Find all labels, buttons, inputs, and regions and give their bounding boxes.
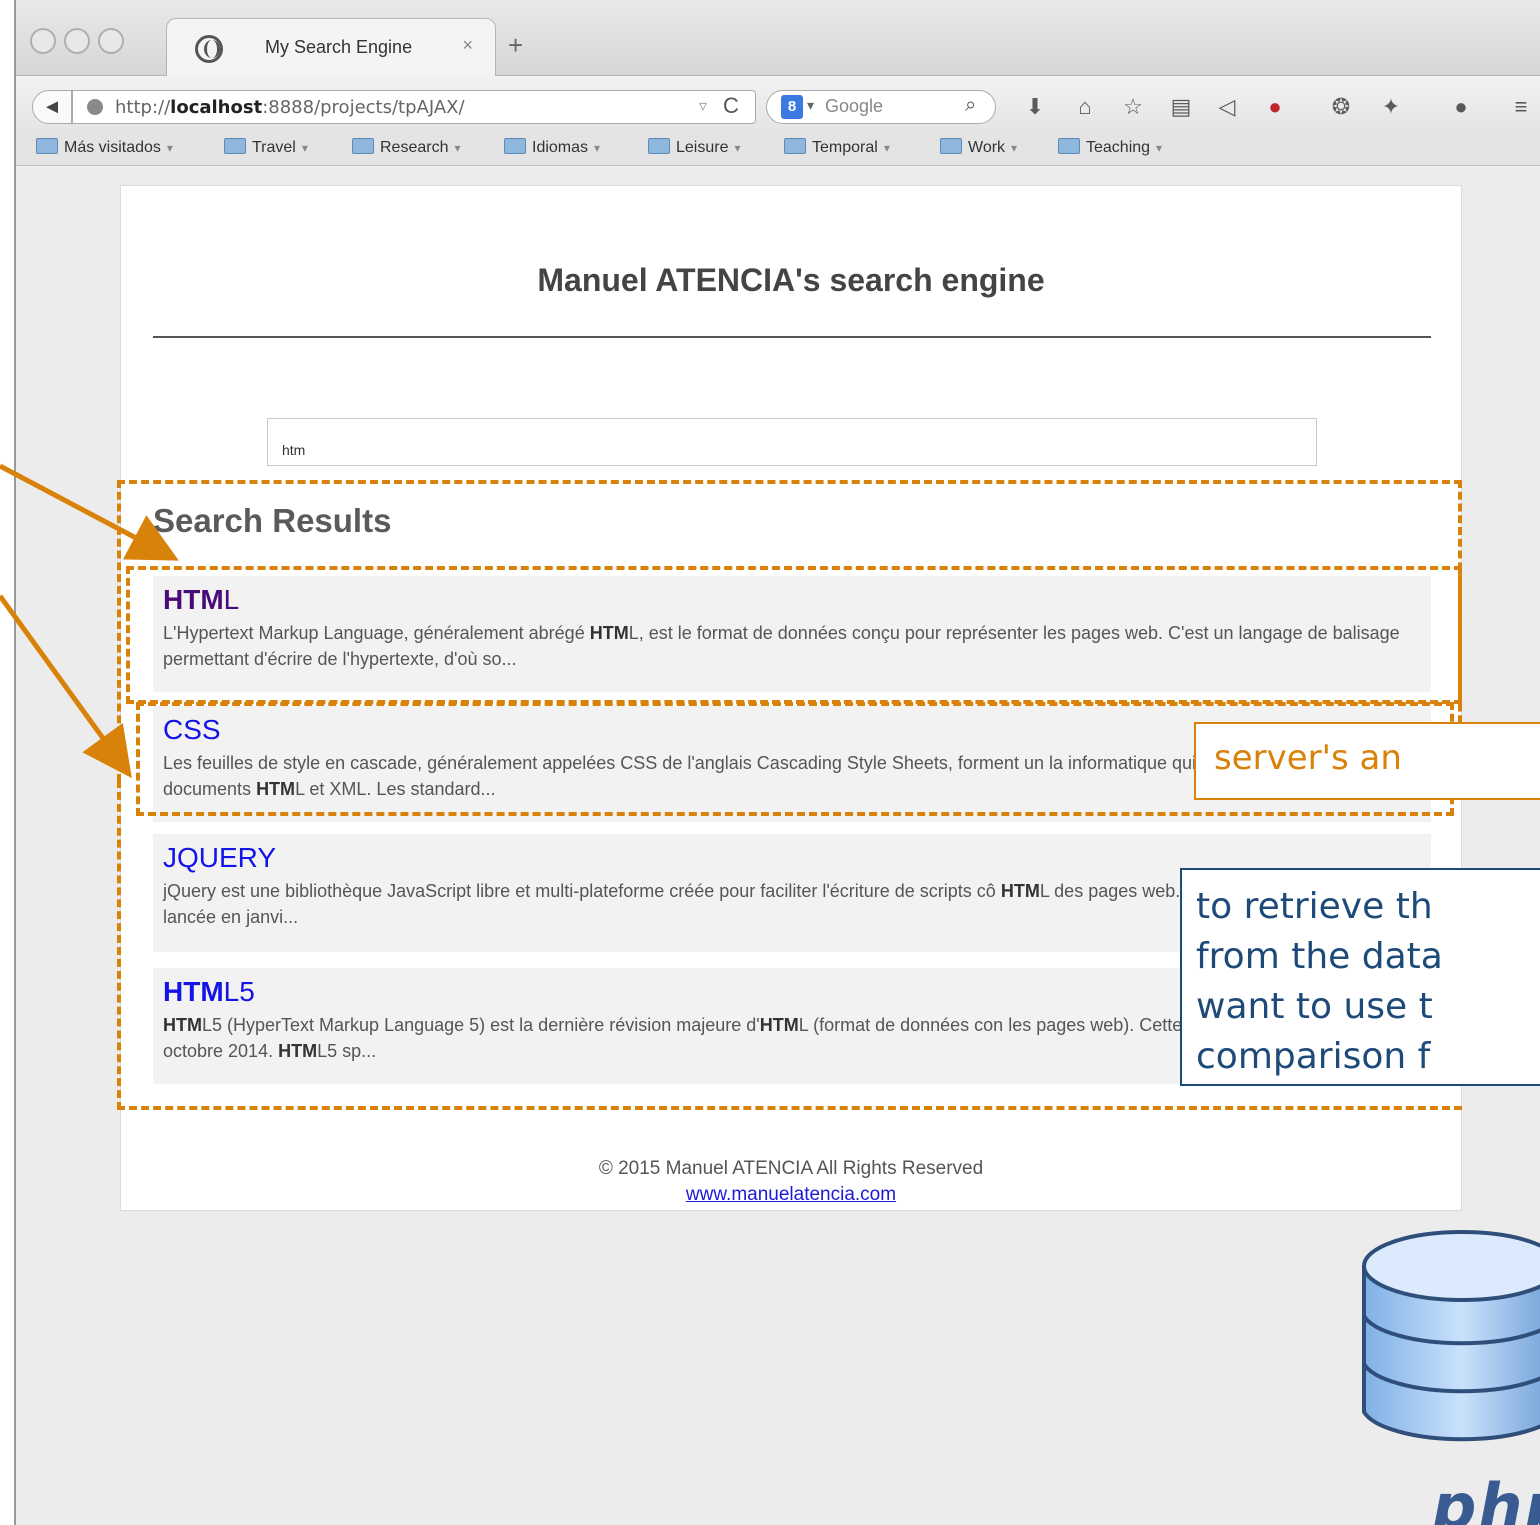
folder-icon [648, 138, 670, 154]
folder-icon [784, 138, 806, 154]
tab-close-icon[interactable]: × [462, 35, 473, 56]
address-bar[interactable]: http://localhost:8888/projects/tpAJAX/ ▿… [72, 90, 756, 124]
phpmyadmin-logo: phpM [1432, 1470, 1540, 1525]
back-button[interactable]: ◄ [32, 90, 72, 124]
tab-title: My Search Engine [265, 37, 413, 57]
send-icon[interactable]: ◁ [1212, 92, 1242, 122]
callout-line: from the data [1196, 936, 1443, 977]
database-icon [1362, 1230, 1540, 1442]
close-window-button[interactable] [30, 28, 56, 54]
bookmark-folder-work[interactable]: Work ▾ [940, 138, 1017, 162]
tools-icon[interactable]: ✦ [1376, 92, 1406, 122]
footer-copyright: © 2015 Manuel ATENCIA All Rights Reserve… [598, 1158, 984, 1179]
title-divider [153, 336, 1431, 338]
folder-icon [504, 138, 526, 154]
bookmark-folder-mas-visitados[interactable]: Más visitados ▾ [36, 138, 173, 162]
menu-icon[interactable]: ≡ [1506, 92, 1536, 122]
bookmark-folder-teaching[interactable]: Teaching ▾ [1058, 138, 1162, 162]
callout-line: comparison f [1196, 1036, 1431, 1077]
maximize-window-button[interactable] [98, 28, 124, 54]
callout-line: to retrieve th [1196, 886, 1433, 927]
server-answer-callout: server's an [1194, 722, 1540, 800]
reload-icon[interactable]: C [723, 93, 739, 119]
search-input[interactable] [267, 418, 1317, 466]
callout-line: want to use t [1196, 986, 1433, 1027]
tab-my-search-engine[interactable]: My Search Engine × [166, 18, 496, 76]
minimize-window-button[interactable] [64, 28, 90, 54]
result-title-link[interactable]: HTML [163, 584, 1421, 616]
chat-icon[interactable]: ● [1446, 92, 1476, 122]
download-icon[interactable]: ⬇ [1020, 92, 1050, 122]
bookmark-star-icon[interactable]: ☆ [1118, 92, 1148, 122]
folder-icon [940, 138, 962, 154]
results-heading: Search Results [153, 502, 392, 539]
folder-icon [1058, 138, 1080, 154]
home-icon[interactable]: ⌂ [1070, 92, 1100, 122]
bookmark-folder-research[interactable]: Research ▾ [352, 138, 461, 162]
footer-website-link[interactable]: www.manuelatencia.com [121, 1184, 1461, 1206]
navigation-bar: ◄ http://localhost:8888/projects/tpAJAX/… [16, 76, 1540, 134]
tab-bar: My Search Engine × + [16, 0, 1540, 76]
folder-icon [36, 138, 58, 154]
globe-icon [195, 35, 223, 63]
bookmark-folder-leisure[interactable]: Leisure ▾ [648, 138, 741, 162]
folder-icon [352, 138, 374, 154]
adblock-icon[interactable]: ● [1260, 92, 1290, 122]
bookmark-folder-idiomas[interactable]: Idiomas ▾ [504, 138, 600, 162]
extension-icon[interactable]: ❂ [1326, 92, 1356, 122]
engine-dropdown-icon[interactable]: ▾ [807, 97, 814, 114]
site-identity-icon[interactable] [87, 99, 103, 115]
new-tab-button[interactable]: + [508, 30, 523, 61]
search-icon[interactable]: ⌕ [965, 94, 976, 117]
bookmarks-toolbar: Más visitados ▾ Travel ▾ Research ▾ Idiomas… [16, 134, 1540, 166]
url-text: http://localhost:8888/projects/tpAJAX/ [115, 97, 465, 118]
result-snippet: L'Hypertext Markup Language, généralemen… [163, 623, 1400, 669]
google-logo-icon[interactable]: 8 [781, 95, 803, 119]
bookmark-folder-travel[interactable]: Travel ▾ [224, 138, 308, 162]
web-search-box[interactable]: 8 ▾ Google ⌕ [766, 90, 996, 124]
page-title: Manuel ATENCIA's search engine [537, 262, 1045, 298]
result-item: HTML L'Hypertext Markup Language, généra… [153, 576, 1431, 692]
url-history-dropdown-icon[interactable]: ▿ [699, 96, 707, 116]
bookmark-folder-temporal[interactable]: Temporal ▾ [784, 138, 890, 162]
reading-list-icon[interactable]: ▤ [1166, 92, 1196, 122]
folder-icon [224, 138, 246, 154]
search-engine-placeholder: Google [825, 96, 884, 116]
database-callout: to retrieve th from the data want to use… [1180, 868, 1540, 1086]
page-viewport: Manuel ATENCIA's search engine Search Re… [16, 167, 1540, 1525]
slide: My Search Engine × + ◄ http://localhost:… [0, 0, 1540, 1525]
